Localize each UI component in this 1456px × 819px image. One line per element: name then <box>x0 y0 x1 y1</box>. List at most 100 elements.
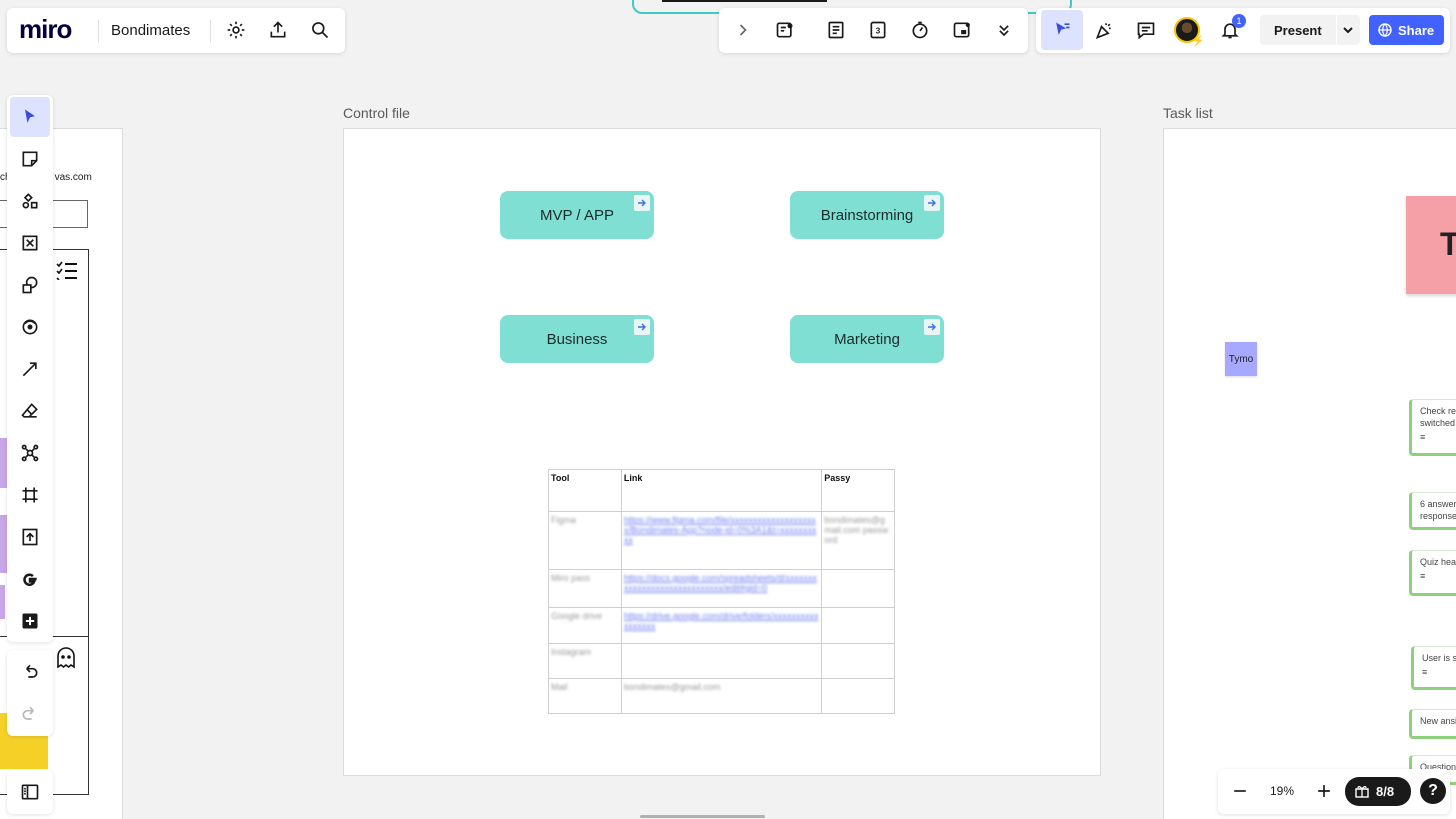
present-dropdown-chevron-icon[interactable] <box>1342 23 1354 41</box>
table-cell-tool: Instagram <box>548 643 622 679</box>
card-business[interactable]: Business <box>500 315 654 363</box>
left-toolbar <box>7 95 53 642</box>
select-cursor-filter-icon[interactable] <box>1041 10 1083 50</box>
tools-table[interactable]: Tool Link Passy Figma https://www.figma.… <box>548 469 895 714</box>
collab-tools-panel: 3 <box>719 8 1028 53</box>
sidebar-toggle-icon[interactable] <box>10 772 50 812</box>
share-button-label: Share <box>1398 23 1435 38</box>
share-button[interactable]: Share <box>1369 15 1444 45</box>
select-tool-cursor-icon[interactable] <box>10 97 50 137</box>
embed-card-icon[interactable] <box>946 14 978 46</box>
task-card[interactable]: Quiz hea ≡ <box>1409 550 1456 596</box>
task-card[interactable]: User is st ≡ <box>1411 646 1456 690</box>
table-cell-tool: Figma <box>548 511 622 570</box>
task-card-text-2: response <box>1420 511 1456 521</box>
table-cell-pass: bondimates@gmail.com password <box>821 511 895 570</box>
link-arrow-icon[interactable] <box>634 319 650 335</box>
export-upload-icon[interactable] <box>262 14 294 46</box>
pink-sticky-note[interactable]: T <box>1406 196 1456 294</box>
link-arrow-icon[interactable] <box>924 195 940 211</box>
table-cell-link[interactable]: bondimates@gmail.com <box>620 678 823 714</box>
google-integration-icon[interactable] <box>10 559 50 599</box>
board-title[interactable]: Bondimates <box>111 22 190 39</box>
left-purple-sticky-3[interactable] <box>0 585 5 619</box>
search-icon[interactable] <box>304 14 336 46</box>
pink-sticky-letter: T <box>1440 226 1456 262</box>
present-button[interactable]: Present <box>1260 15 1360 45</box>
table-header-tool: Tool <box>548 469 622 512</box>
vote-number-icon[interactable]: 3 <box>862 14 894 46</box>
frame-title-task-list[interactable]: Task list <box>1163 105 1213 121</box>
frame-crossed-tool-icon[interactable] <box>10 223 50 263</box>
task-card[interactable]: Check res switched ≡ <box>1409 399 1456 456</box>
upload-tool-icon[interactable] <box>10 517 50 557</box>
table-cell-link[interactable]: https://docs.google.com/spreadsheets/d/x… <box>620 569 823 608</box>
table-cell-tool: Google drive <box>548 607 622 644</box>
template-board-icon[interactable] <box>769 14 801 46</box>
task-card-text: New ansi <box>1420 716 1456 726</box>
task-card-text: 6 answer <box>1420 499 1456 509</box>
pages-count: 8/8 <box>1376 784 1395 799</box>
pages-button[interactable]: 8/8 <box>1345 777 1411 806</box>
table-header-row: Tool Link Passy <box>548 469 895 512</box>
tymo-sticky-note[interactable]: Tymo <box>1225 342 1257 376</box>
user-actions-panel: ⚡ 1 Present Share <box>1036 8 1450 53</box>
table-row: Google drive https://drive.google.com/dr… <box>548 607 895 644</box>
task-description-icon: ≡ <box>1420 432 1426 442</box>
timer-icon[interactable] <box>904 14 936 46</box>
frame-title-control-file[interactable]: Control file <box>343 105 410 121</box>
table-cell-link[interactable] <box>620 643 823 679</box>
notes-doc-icon[interactable] <box>820 14 852 46</box>
sidebar-toggle-panel <box>7 770 53 814</box>
more-apps-plus-icon[interactable] <box>10 601 50 641</box>
sticky-note-tool-icon[interactable] <box>10 139 50 179</box>
card-brainstorming[interactable]: Brainstorming <box>790 191 944 239</box>
board-header-panel: miro Bondimates <box>7 8 345 53</box>
avatar-lightning-icon: ⚡ <box>1192 36 1205 47</box>
zoom-in-plus-icon[interactable] <box>1308 775 1340 807</box>
ghost-icon <box>55 647 77 674</box>
link-arrow-icon[interactable] <box>634 195 650 211</box>
connector-arrow-tool-icon[interactable] <box>10 349 50 389</box>
gift-icon <box>1355 784 1369 803</box>
zoom-out-minus-icon[interactable] <box>1224 775 1256 807</box>
more-chevron-down-icon[interactable] <box>988 14 1020 46</box>
table-cell-link[interactable]: https://drive.google.com/drive/folders/x… <box>620 607 823 644</box>
card-mvp-app[interactable]: MVP / APP <box>500 191 654 239</box>
task-card[interactable]: 6 answer response <box>1409 492 1456 530</box>
link-arrow-icon[interactable] <box>924 319 940 335</box>
horizontal-scrollbar[interactable] <box>640 815 765 818</box>
table-cell-link[interactable]: https://www.figma.com/file/xxxxxxxxxxxxx… <box>620 511 823 570</box>
zoom-level[interactable]: 19% <box>1270 784 1294 798</box>
card-marketing[interactable]: Marketing <box>790 315 944 363</box>
notification-count-badge: 1 <box>1232 14 1246 28</box>
settings-gear-icon[interactable] <box>220 14 252 46</box>
help-question-icon[interactable]: ? <box>1420 778 1446 804</box>
table-cell-pass <box>821 643 895 679</box>
task-card-text: Quiz hea <box>1420 557 1456 567</box>
collapse-chevron-right-icon[interactable] <box>727 14 759 46</box>
task-card[interactable]: New ansi <box>1409 709 1456 739</box>
task-description-icon: ≡ <box>1422 667 1428 677</box>
table-cell-tool: Mail <box>548 678 622 714</box>
undo-icon[interactable] <box>10 652 50 692</box>
card-label: Brainstorming <box>820 206 914 224</box>
diagram-shapes-tool-icon[interactable] <box>10 181 50 221</box>
shapes-tool-icon[interactable] <box>10 265 50 305</box>
zoom-panel: 19% 8/8 ? <box>1218 769 1450 814</box>
svg-text:3: 3 <box>876 25 881 35</box>
redo-icon[interactable] <box>10 694 50 734</box>
table-row: Figma https://www.figma.com/file/xxxxxxx… <box>548 511 895 570</box>
table-header-pass: Passy <box>821 469 895 512</box>
reactions-party-icon[interactable] <box>1088 14 1120 46</box>
mind-map-tool-icon[interactable] <box>10 433 50 473</box>
table-row: Mail bondimates@gmail.com <box>548 678 895 714</box>
eraser-tool-icon[interactable] <box>10 391 50 431</box>
top-progress-dark <box>662 0 827 2</box>
comments-icon[interactable] <box>1130 14 1162 46</box>
miro-logo[interactable]: miro <box>19 14 72 45</box>
frame-tool-icon[interactable] <box>10 475 50 515</box>
undo-redo-panel <box>7 650 53 736</box>
ai-assist-tool-icon[interactable] <box>10 307 50 347</box>
table-row: Instagram <box>548 643 895 679</box>
